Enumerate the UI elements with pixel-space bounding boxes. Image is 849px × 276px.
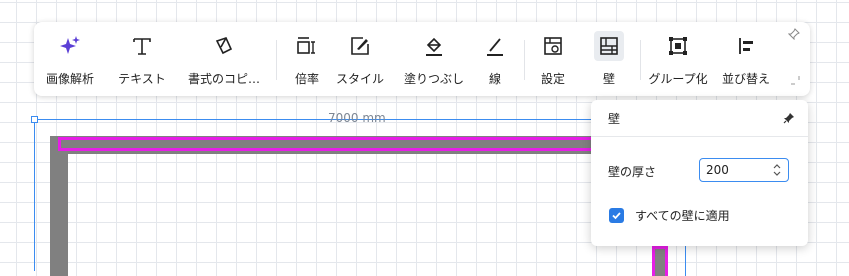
wall-label: 壁 — [602, 72, 615, 86]
format-copy-button[interactable]: 書式のコピ… — [184, 22, 264, 96]
wall-panel-header: 壁 — [591, 100, 808, 137]
line-icon — [484, 34, 506, 58]
apply-all-label[interactable]: すべての壁に適用 — [635, 207, 730, 224]
selection-handle[interactable] — [31, 116, 38, 123]
stepper-icon[interactable] — [772, 163, 782, 180]
line-button[interactable]: 線 — [478, 22, 512, 96]
arrange-icon — [735, 34, 757, 58]
wall-panel-title: 壁 — [608, 112, 621, 126]
toolbar-divider — [640, 40, 641, 80]
check-icon — [612, 212, 621, 220]
group-icon — [667, 34, 689, 58]
style-button[interactable]: スタイル — [330, 22, 390, 96]
wall-panel: 壁 壁の厚さ すべての壁に適用 — [591, 100, 808, 246]
group-label: グループ化 — [648, 72, 708, 86]
style-label: スタイル — [335, 72, 384, 86]
text-button[interactable]: テキスト — [112, 22, 172, 96]
settings-button[interactable]: 設定 — [534, 22, 572, 96]
settings-label: 設定 — [540, 72, 565, 86]
selection-right-edge — [685, 246, 686, 276]
apply-all-checkbox[interactable] — [609, 208, 624, 223]
wall-right-selected[interactable] — [652, 246, 668, 276]
toolbar-divider — [524, 40, 525, 80]
text-label: テキスト — [118, 72, 166, 86]
wall-thickness-label: 壁の厚さ — [608, 165, 657, 179]
arrange-label: 並び替え — [721, 72, 770, 86]
group-button[interactable]: グループ化 — [646, 22, 710, 96]
fill-label: 塗りつぶし — [403, 72, 465, 86]
settings-icon — [542, 34, 564, 58]
sparkle-icon — [59, 34, 81, 58]
wall-button[interactable]: 壁 — [590, 22, 628, 96]
fill-bucket-icon — [423, 34, 445, 58]
image-analysis-label: 画像解析 — [45, 72, 94, 86]
format-copy-label: 書式のコピ… — [187, 72, 260, 86]
scale-label: 倍率 — [294, 72, 319, 86]
wall-left[interactable] — [50, 136, 68, 276]
pin-icon[interactable] — [787, 28, 800, 43]
arrange-button[interactable]: 並び替え — [718, 22, 774, 96]
wall-icon — [594, 31, 624, 61]
text-icon — [131, 34, 153, 58]
wall-top-selected-outline — [58, 137, 618, 151]
dimension-label: 7000 mm — [328, 111, 386, 125]
fill-button[interactable]: 塗りつぶし — [396, 22, 472, 96]
format-painter-icon — [213, 34, 235, 58]
resize-corner-icon[interactable] — [790, 74, 800, 88]
selection-left-edge — [34, 119, 35, 271]
line-label: 線 — [488, 72, 501, 86]
scale-button[interactable]: 倍率 — [290, 22, 324, 96]
toolbar: 画像解析 テキスト 書式のコピ… 倍率 スタイル 塗りつぶし 線 設定 壁 グル… — [34, 22, 810, 96]
style-icon — [349, 34, 371, 58]
toolbar-divider — [276, 40, 277, 80]
scale-icon — [295, 34, 319, 58]
pin-icon[interactable] — [783, 112, 795, 127]
image-analysis-button[interactable]: 画像解析 — [40, 22, 100, 96]
